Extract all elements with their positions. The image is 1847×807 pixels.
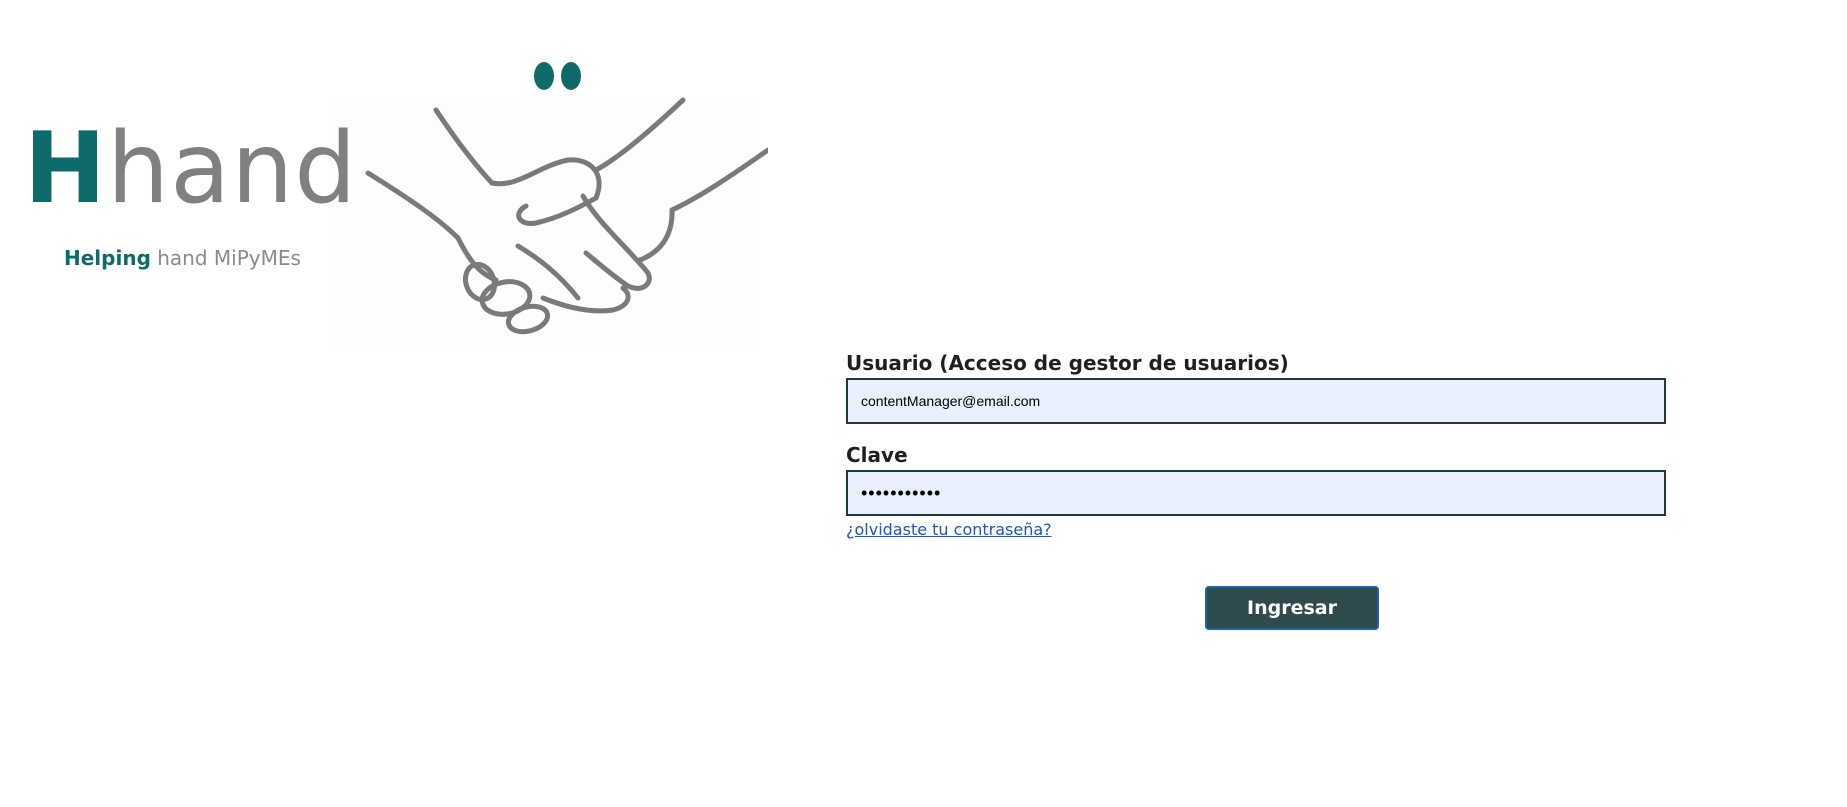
- user-input[interactable]: [846, 378, 1666, 424]
- password-input[interactable]: [846, 470, 1666, 516]
- user-label: Usuario (Acceso de gestor de usuarios): [846, 351, 1289, 375]
- logo-eye-left: [534, 62, 554, 90]
- logo-letter: H: [24, 112, 108, 226]
- password-label: Clave: [846, 443, 908, 467]
- brand-logo: Hhand Helping hand MiPyMEs: [18, 48, 768, 353]
- handshake-icon: [365, 62, 768, 335]
- tagline-rest: hand MiPyMEs: [150, 246, 301, 270]
- logo-eye-right: [561, 62, 581, 90]
- logo-word: hand: [107, 112, 358, 226]
- logo-tagline: Helping hand MiPyMEs: [64, 246, 301, 270]
- logo-wordmark: Hhand: [24, 120, 358, 218]
- login-form: Usuario (Acceso de gestor de usuarios) C…: [846, 350, 1666, 539]
- tagline-strong: Helping: [64, 246, 151, 270]
- forgot-password-link[interactable]: ¿olvidaste tu contraseña?: [846, 520, 1052, 539]
- submit-row: Ingresar: [1205, 586, 1379, 630]
- login-button[interactable]: Ingresar: [1205, 586, 1379, 630]
- login-page: Hhand Helping hand MiPyMEs Usuario (Acce…: [0, 0, 1847, 807]
